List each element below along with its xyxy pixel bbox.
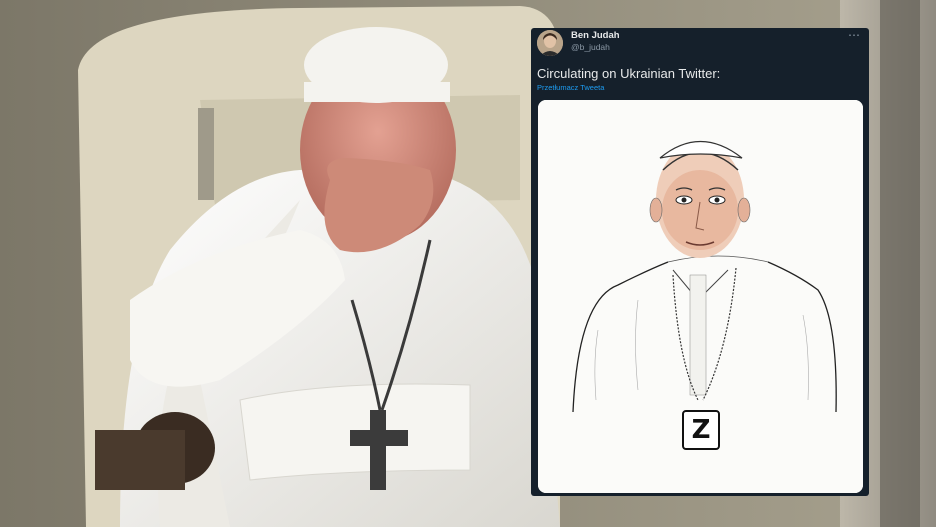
author-name[interactable]: Ben Judah	[571, 30, 620, 41]
tweet-text: Circulating on Ukrainian Twitter:	[537, 66, 721, 81]
tweet-card: Ben Judah @b_judah ⋯ Circulating on Ukra…	[531, 28, 869, 496]
translate-tweet-link[interactable]: Przetłumacz Tweeta	[537, 83, 604, 92]
author-avatar[interactable]	[537, 30, 563, 56]
z-pendant: Z	[682, 410, 720, 450]
more-options-icon[interactable]: ⋯	[848, 28, 861, 42]
tweet-image[interactable]: Z	[538, 100, 863, 493]
author-handle[interactable]: @b_judah	[571, 42, 610, 52]
